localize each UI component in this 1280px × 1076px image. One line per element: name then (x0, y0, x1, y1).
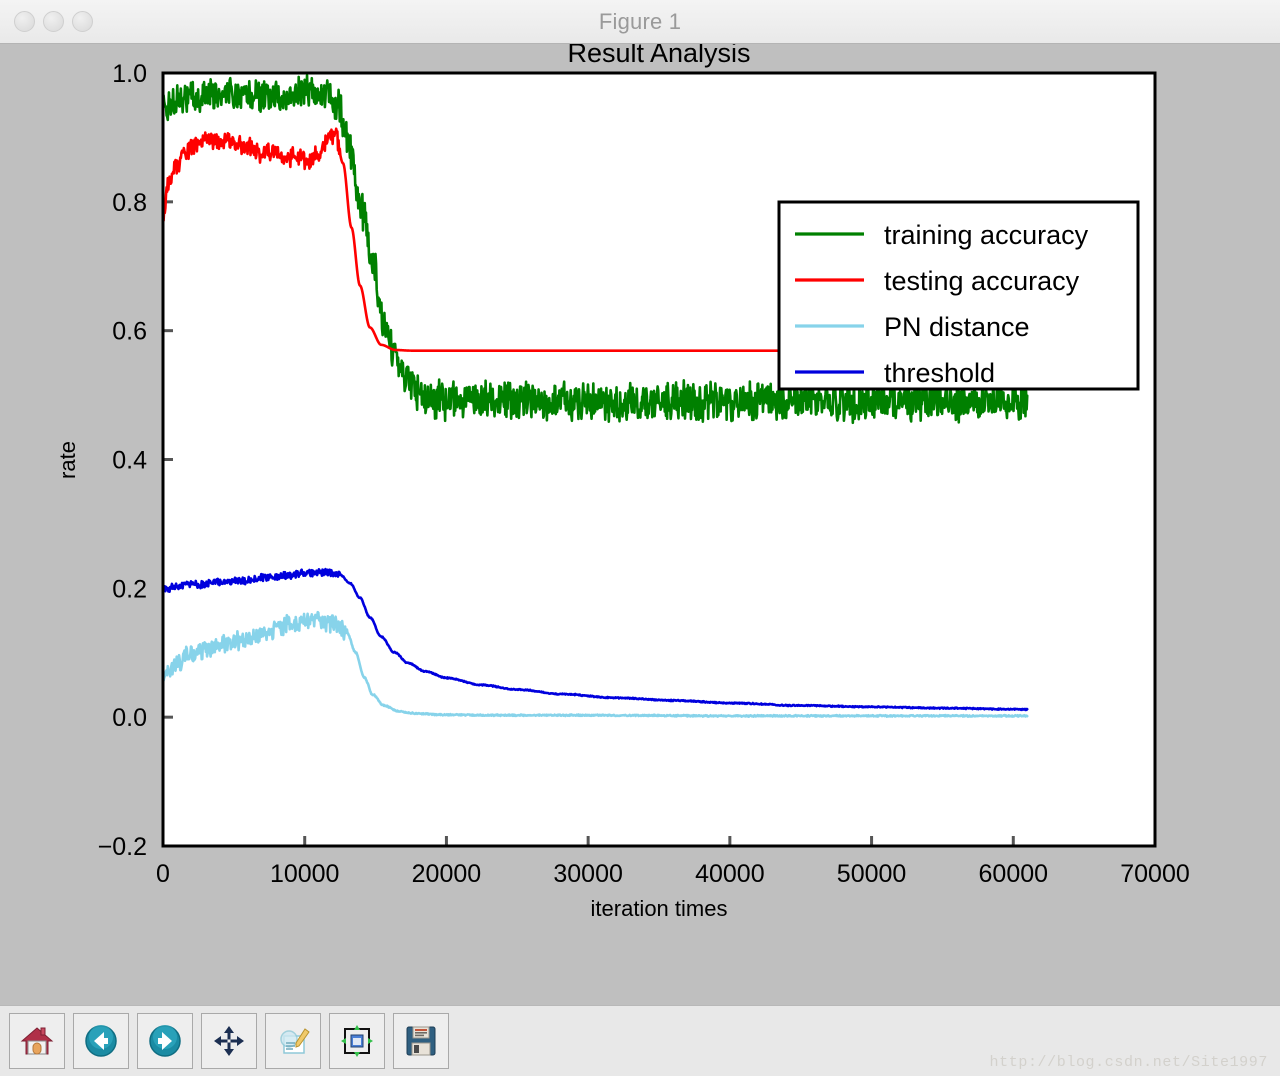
save-button[interactable] (393, 1013, 449, 1069)
pan-button[interactable] (201, 1013, 257, 1069)
configure-subplots-button[interactable] (329, 1013, 385, 1069)
x-tick-label: 40000 (695, 860, 765, 888)
watermark-text: http://blog.csdn.net/Site1997 (990, 1054, 1268, 1071)
legend-label: training accuracy (884, 220, 1089, 250)
minimize-button[interactable] (43, 11, 64, 32)
y-tick-label: 0.0 (112, 704, 147, 732)
x-tick-label: 10000 (270, 860, 340, 888)
back-button[interactable] (73, 1013, 129, 1069)
window-titlebar: Figure 1 (0, 0, 1280, 44)
window-title: Figure 1 (0, 9, 1280, 35)
floppy-disk-icon (403, 1023, 439, 1059)
x-tick-label: 0 (156, 860, 170, 888)
configure-subplots-icon (339, 1023, 375, 1059)
chart-title: Result Analysis (567, 44, 750, 68)
y-tick-label: 1.0 (112, 60, 147, 88)
forward-button[interactable] (137, 1013, 193, 1069)
y-tick-label: −0.2 (98, 833, 147, 861)
x-tick-label: 20000 (412, 860, 482, 888)
zoom-rectangle-icon (275, 1023, 311, 1059)
plot-area-background (163, 73, 1155, 846)
zoom-button[interactable] (72, 11, 93, 32)
legend-label: threshold (884, 358, 995, 388)
close-button[interactable] (14, 11, 35, 32)
y-tick-label: 0.2 (112, 575, 147, 603)
home-icon (19, 1023, 55, 1059)
forward-arrow-icon (147, 1023, 183, 1059)
navigation-toolbar: http://blog.csdn.net/Site1997 (0, 1005, 1280, 1076)
legend-label: PN distance (884, 312, 1030, 342)
x-tick-label: 70000 (1120, 860, 1190, 888)
y-tick-label: 0.6 (112, 318, 147, 346)
back-arrow-icon (83, 1023, 119, 1059)
y-axis-label: rate (55, 441, 80, 479)
pan-move-icon (211, 1023, 247, 1059)
figure-window: Figure 1 Result Analysis rate iteration … (0, 0, 1280, 1076)
legend-label: testing accuracy (884, 266, 1080, 296)
y-tick-label: 0.4 (112, 447, 147, 475)
x-axis-label: iteration times (591, 896, 728, 921)
figure-canvas[interactable]: Result Analysis rate iteration times −0.… (0, 44, 1280, 1005)
x-tick-label: 60000 (979, 860, 1049, 888)
result-analysis-chart: Result Analysis rate iteration times −0.… (0, 44, 1280, 1005)
x-tick-label: 50000 (837, 860, 907, 888)
y-tick-label: 0.8 (112, 189, 147, 217)
home-button[interactable] (9, 1013, 65, 1069)
window-controls (0, 11, 93, 32)
zoom-rect-button[interactable] (265, 1013, 321, 1069)
chart-legend: training accuracy testing accuracy PN dist… (779, 202, 1138, 389)
x-tick-label: 30000 (553, 860, 623, 888)
